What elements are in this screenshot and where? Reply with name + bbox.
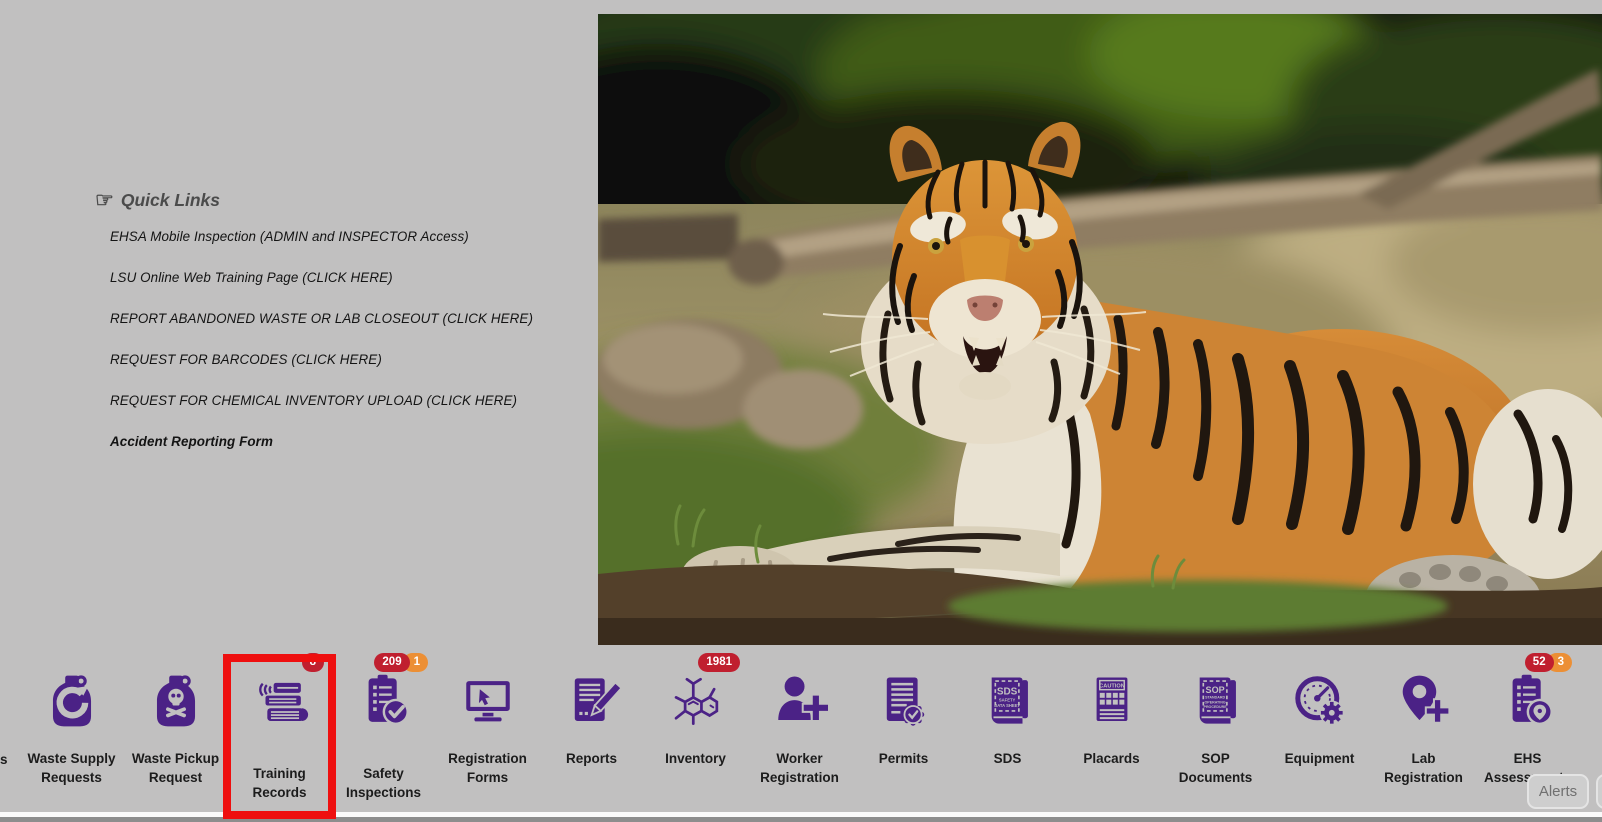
module-label: Lab Registration	[1373, 749, 1474, 787]
module-icon	[1499, 672, 1557, 730]
module-item[interactable]: 8 Training Records	[229, 645, 330, 812]
module-item[interactable]: Reports	[541, 645, 642, 812]
module-icon	[1291, 672, 1349, 730]
module-item[interactable]: Waste Pickup Request	[125, 645, 226, 812]
module-nav-bar: s Waste Supply Requests Waste Pickup Req…	[0, 645, 1602, 812]
module-label: Inventory	[645, 749, 746, 768]
module-icon	[1083, 672, 1141, 730]
quick-links-section: ☞ Quick Links EHSA Mobile Inspection (AD…	[95, 190, 575, 474]
badge-group: 2091	[374, 653, 428, 672]
module-item[interactable]: Placards	[1061, 645, 1162, 812]
badge-group: 523	[1525, 653, 1572, 672]
module-icon-area	[125, 671, 226, 731]
module-label: SOP Documents	[1165, 749, 1266, 787]
module-label: Placards	[1061, 749, 1162, 768]
count-badge: 52	[1525, 653, 1554, 672]
quick-links-header: ☞ Quick Links	[95, 190, 575, 211]
module-icon-area	[957, 671, 1058, 731]
module-icon	[563, 672, 621, 730]
module-icon-area	[749, 671, 850, 731]
quick-link-item: Accident Reporting Form	[110, 433, 575, 451]
quick-link-item: REQUEST FOR CHEMICAL INVENTORY UPLOAD (C…	[110, 392, 575, 410]
pointing-hand-icon: ☞	[95, 190, 114, 211]
ehsa-dashboard: { "colors": { "background": "#c1c0c0", "…	[0, 0, 1602, 822]
module-icon-area	[437, 671, 538, 731]
module-icon	[43, 672, 101, 730]
module-icon-area	[1373, 671, 1474, 731]
module-item[interactable]: Worker Registration	[749, 645, 850, 812]
badge-group: 8	[302, 653, 324, 672]
quick-link[interactable]: REQUEST FOR BARCODES (CLICK HERE)	[110, 352, 382, 367]
module-label: Registration Forms	[437, 749, 538, 787]
module-icon	[667, 672, 725, 730]
alerts-button[interactable]: Alerts	[1527, 774, 1589, 809]
module-label: Training Records	[229, 764, 330, 802]
module-icon	[459, 672, 517, 730]
quick-link-item: REQUEST FOR BARCODES (CLICK HERE)	[110, 351, 575, 369]
module-item[interactable]: Waste Supply Requests	[21, 645, 122, 812]
module-label: Safety Inspections	[333, 764, 434, 802]
quick-link-item: LSU Online Web Training Page (CLICK HERE…	[110, 269, 575, 287]
module-item[interactable]: 1981 Inventory	[645, 645, 746, 812]
quick-link[interactable]: LSU Online Web Training Page (CLICK HERE…	[110, 270, 393, 285]
module-label: SDS	[957, 749, 1058, 768]
module-icon	[979, 672, 1037, 730]
module-icon-area	[645, 671, 746, 731]
quick-link[interactable]: EHSA Mobile Inspection (ADMIN and INSPEC…	[110, 229, 469, 244]
quick-link[interactable]: REPORT ABANDONED WASTE OR LAB CLOSEOUT (…	[110, 311, 533, 326]
module-item[interactable]: Permits	[853, 645, 954, 812]
quick-link-item: EHSA Mobile Inspection (ADMIN and INSPEC…	[110, 228, 575, 246]
module-label: Worker Registration	[749, 749, 850, 787]
scrollbar-thumb[interactable]	[0, 817, 1602, 822]
module-label: Equipment	[1269, 749, 1370, 768]
module-icon	[771, 672, 829, 730]
quick-links-title: Quick Links	[121, 190, 220, 211]
module-icon-area	[333, 671, 434, 731]
module-icon	[355, 672, 413, 730]
module-icon	[875, 672, 933, 730]
module-icon-area	[541, 671, 642, 731]
module-icon-area	[1477, 671, 1578, 731]
module-icon-area	[1165, 671, 1266, 731]
module-item[interactable]: Equipment	[1269, 645, 1370, 812]
quick-link[interactable]: REQUEST FOR CHEMICAL INVENTORY UPLOAD (C…	[110, 393, 517, 408]
module-icon	[1187, 672, 1245, 730]
module-label: Reports	[541, 749, 642, 768]
partial-edge-button[interactable]	[1596, 774, 1602, 809]
count-badge: 8	[302, 653, 324, 672]
module-icon	[1395, 672, 1453, 730]
module-item[interactable]: SDS	[957, 645, 1058, 812]
module-label: Waste Pickup Request	[125, 749, 226, 787]
tiger-photo-art	[598, 14, 1602, 645]
quick-link[interactable]: Accident Reporting Form	[110, 434, 273, 449]
module-item[interactable]: SOP Documents	[1165, 645, 1266, 812]
partial-module-label[interactable]: s	[0, 752, 8, 767]
module-label: Permits	[853, 749, 954, 768]
module-nav-row: Waste Supply Requests Waste Pickup Reque…	[0, 645, 1602, 812]
module-icon-area	[853, 671, 954, 731]
module-icon-area	[1061, 671, 1162, 731]
module-icon-area	[21, 671, 122, 731]
badge-group: 1981	[698, 653, 740, 672]
module-icon	[251, 672, 309, 730]
count-badge: 1981	[698, 653, 740, 672]
tiger-photo	[598, 14, 1602, 645]
module-item[interactable]: 2091 Safety Inspections	[333, 645, 434, 812]
module-icon-area	[229, 671, 330, 731]
module-item[interactable]: Registration Forms	[437, 645, 538, 812]
count-badge: 209	[374, 653, 409, 672]
module-icon-area	[1269, 671, 1370, 731]
module-label: Waste Supply Requests	[21, 749, 122, 787]
quick-link-item: REPORT ABANDONED WASTE OR LAB CLOSEOUT (…	[110, 310, 575, 328]
quick-links-list: EHSA Mobile Inspection (ADMIN and INSPEC…	[110, 228, 575, 451]
module-item[interactable]: Lab Registration	[1373, 645, 1474, 812]
module-icon	[147, 672, 205, 730]
